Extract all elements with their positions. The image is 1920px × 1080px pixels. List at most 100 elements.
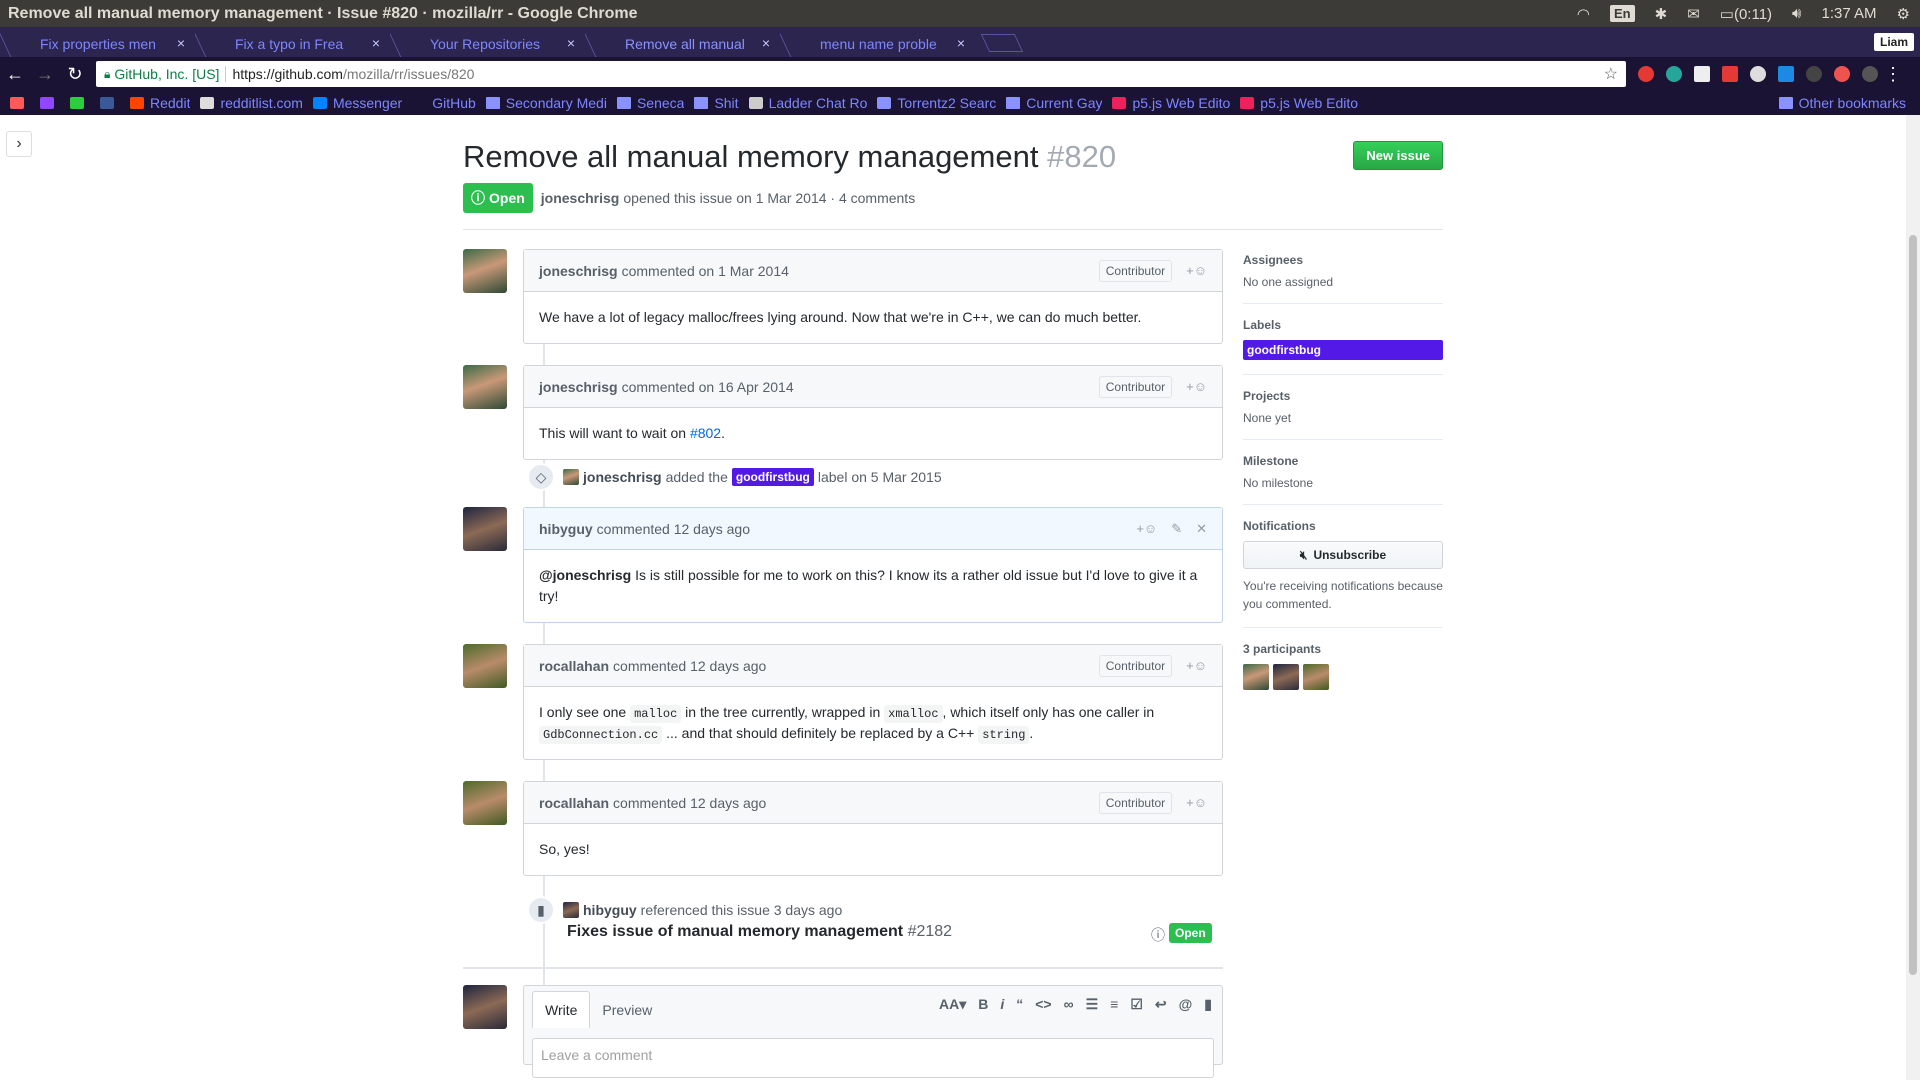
participant-avatar[interactable] (1273, 664, 1299, 690)
bookmark-item[interactable]: Current Gay (1006, 95, 1102, 111)
quote-icon[interactable]: “ (1016, 996, 1023, 1013)
avatar[interactable] (563, 902, 579, 918)
referenced-pr-title[interactable]: Fixes issue of manual memory management … (567, 923, 952, 941)
numbered-list-icon[interactable]: ≡ (1110, 996, 1118, 1013)
add-reaction-icon[interactable]: +☺ (1136, 521, 1157, 536)
bookmark-item[interactable]: Seneca (616, 95, 684, 111)
projects-heading[interactable]: Projects (1243, 389, 1443, 403)
extension-icon[interactable] (1750, 66, 1766, 82)
bookmark-item[interactable]: p5.js Web Edito (1112, 95, 1230, 111)
address-bar[interactable]: 🔒︎ GitHub, Inc. [US] https://github.com /… (96, 61, 1626, 87)
edit-pencil-icon[interactable]: ✎ (1171, 521, 1182, 537)
close-tab-icon[interactable]: × (957, 35, 965, 51)
add-reaction-icon[interactable]: +☺ (1186, 795, 1207, 810)
avatar[interactable] (463, 644, 507, 688)
lock-icon[interactable]: 🔒︎ (104, 67, 110, 82)
close-tab-icon[interactable]: × (177, 35, 185, 51)
wifi-icon[interactable]: ◠ (1577, 5, 1590, 23)
participant-avatar[interactable] (1303, 664, 1329, 690)
write-tab[interactable]: Write (532, 991, 591, 1028)
secure-site-label[interactable]: GitHub, Inc. [US] (114, 66, 219, 82)
header-text-icon[interactable]: AA▾ (939, 996, 966, 1013)
comment-author[interactable]: joneschrisg (539, 263, 618, 279)
reply-icon[interactable]: ↩ (1155, 996, 1167, 1013)
event-author[interactable]: joneschrisg (583, 469, 662, 485)
browser-tab[interactable]: Your Repositories × (390, 30, 585, 57)
battery-indicator[interactable]: ▭(0:11) (1720, 5, 1772, 23)
chevron-right-icon[interactable]: › (6, 131, 32, 157)
scrollbar-thumb[interactable] (1909, 235, 1917, 975)
comment-author[interactable]: rocallahan (539, 795, 609, 811)
comment-timestamp[interactable]: commented 12 days ago (613, 658, 766, 674)
extension-icon[interactable] (1722, 66, 1738, 82)
label-badge[interactable]: goodfirstbug (731, 468, 814, 486)
profile-button[interactable]: Liam (1873, 33, 1914, 51)
comment-timestamp[interactable]: commented 12 days ago (597, 521, 750, 537)
bookmark-item[interactable]: Shit (694, 95, 739, 111)
extension-icon[interactable] (1778, 66, 1794, 82)
bookmark-item[interactable]: Ladder Chat Ro (748, 95, 867, 111)
event-author[interactable]: hibyguy (583, 902, 637, 918)
bulleted-list-icon[interactable]: ☰ (1086, 996, 1099, 1013)
avatar[interactable] (463, 781, 507, 825)
scrollbar[interactable] (1906, 115, 1920, 1080)
close-tab-icon[interactable]: × (372, 35, 380, 51)
new-issue-button[interactable]: New issue (1353, 141, 1443, 170)
extension-icon[interactable] (1806, 66, 1822, 82)
issue-author-link[interactable]: joneschrisg (541, 190, 620, 206)
bookmark-item[interactable] (100, 97, 120, 109)
browser-tab-active[interactable]: Remove all manual × (585, 30, 780, 57)
milestone-heading[interactable]: Milestone (1243, 454, 1443, 468)
bookmark-star-icon[interactable]: ☆ (1604, 64, 1618, 84)
italic-icon[interactable]: i (1000, 996, 1004, 1013)
saved-reply-bookmark-icon[interactable]: ▮ (1204, 996, 1212, 1013)
task-list-icon[interactable]: ☑ (1130, 996, 1143, 1013)
comment-timestamp[interactable]: commented 12 days ago (613, 795, 766, 811)
comment-author[interactable]: hibyguy (539, 521, 593, 537)
bookmark-item[interactable] (40, 97, 60, 109)
bookmark-item[interactable]: Messenger (312, 95, 402, 111)
bookmark-item[interactable] (10, 97, 30, 109)
add-reaction-icon[interactable]: +☺ (1186, 379, 1207, 394)
comment-textarea[interactable]: Leave a comment (532, 1038, 1214, 1078)
link-icon[interactable]: ∞ (1064, 996, 1074, 1013)
bookmark-item[interactable]: redditlist.com (200, 95, 303, 111)
chrome-menu-icon[interactable]: ⋮ (1878, 59, 1908, 89)
mention-icon[interactable]: @ (1179, 996, 1193, 1013)
info-icon[interactable]: ⓘ (1151, 925, 1165, 945)
close-tab-icon[interactable]: × (762, 35, 770, 51)
forward-arrow-icon[interactable]: → (30, 59, 60, 89)
code-icon[interactable]: <> (1035, 996, 1051, 1013)
avatar[interactable] (563, 469, 579, 485)
user-mention[interactable]: @joneschrisg (539, 567, 631, 583)
label-badge[interactable]: goodfirstbug (1243, 340, 1443, 360)
participant-avatar[interactable] (1243, 664, 1269, 690)
unsubscribe-button[interactable]: 🔇︎ Unsubscribe (1243, 541, 1443, 569)
back-arrow-icon[interactable]: ← (0, 59, 30, 89)
comment-timestamp[interactable]: commented on 1 Mar 2014 (622, 263, 789, 279)
issue-link[interactable]: #802 (690, 425, 721, 441)
extension-icon[interactable] (1862, 66, 1878, 82)
browser-tab[interactable]: Fix a typo in Frea × (195, 30, 390, 57)
comment-author[interactable]: joneschrisg (539, 379, 618, 395)
close-tab-icon[interactable]: × (567, 35, 575, 51)
bookmark-item[interactable]: p5.js Web Edito (1240, 95, 1358, 111)
volume-icon[interactable]: 🔊︎ (1792, 5, 1801, 22)
avatar[interactable] (463, 507, 507, 551)
extension-icon[interactable] (1834, 66, 1850, 82)
avatar[interactable] (463, 249, 507, 293)
keyboard-language-indicator[interactable]: En (1610, 5, 1635, 22)
bold-icon[interactable]: B (978, 996, 988, 1013)
new-tab-button[interactable] (980, 34, 1024, 52)
extension-icon[interactable] (1666, 66, 1682, 82)
browser-tab[interactable]: Fix properties men × (0, 30, 195, 57)
bookmark-item[interactable]: GitHub (412, 95, 476, 111)
mail-icon[interactable]: ✉ (1687, 5, 1700, 23)
delete-x-icon[interactable]: ✕ (1196, 521, 1207, 537)
extension-icon[interactable] (1638, 66, 1654, 82)
avatar[interactable] (463, 365, 507, 409)
labels-heading[interactable]: Labels (1243, 318, 1443, 332)
comment-timestamp[interactable]: commented on 16 Apr 2014 (622, 379, 794, 395)
avatar[interactable] (463, 985, 507, 1029)
add-reaction-icon[interactable]: +☺ (1186, 263, 1207, 278)
